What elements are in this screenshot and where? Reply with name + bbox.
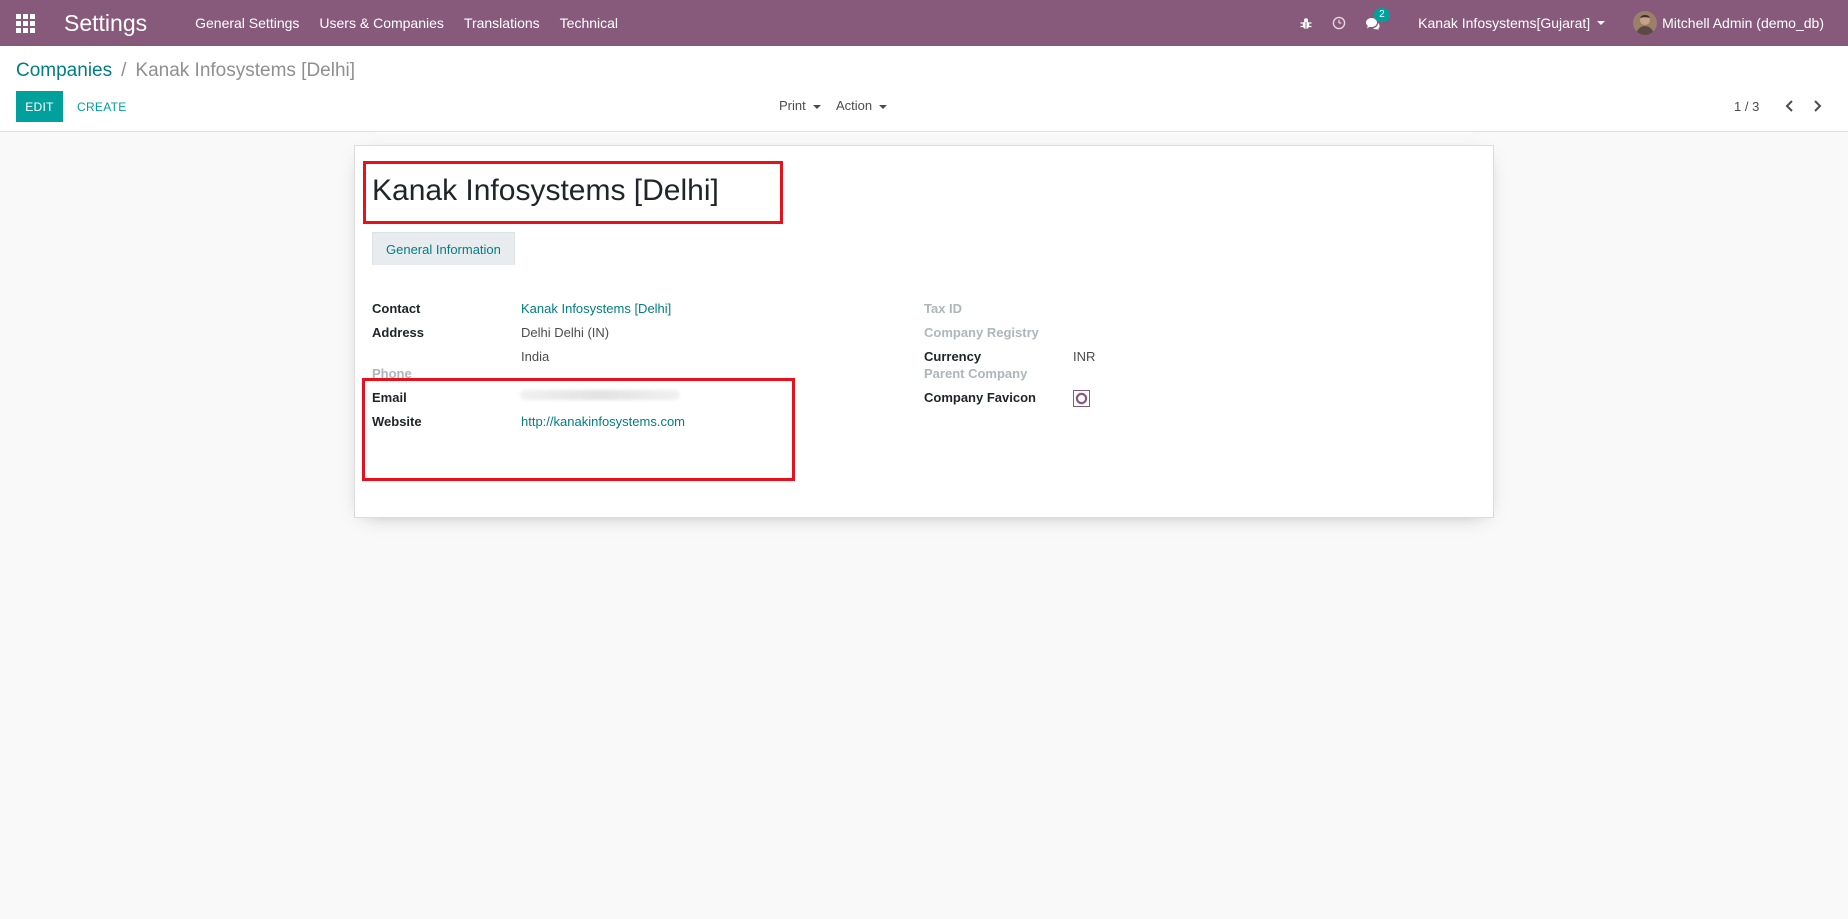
tax-id-label: Tax ID [924, 301, 963, 316]
print-dropdown-label: Print [779, 98, 806, 113]
app-title[interactable]: Settings [64, 10, 147, 37]
pager-previous-button[interactable] [1781, 96, 1797, 116]
website-link[interactable]: http://kanakinfosystems.com [521, 414, 685, 429]
messages-count-badge: 2 [1374, 8, 1390, 22]
email-label: Email [372, 390, 407, 405]
currency-value[interactable]: INR [1073, 349, 1095, 364]
edit-button[interactable]: EDIT [16, 91, 63, 122]
breadcrumb-separator: / [121, 60, 127, 81]
pager-value[interactable]: 1 / 3 [1734, 99, 1759, 114]
chevron-down-icon [879, 104, 888, 109]
form-sheet: Kanak Infosystems [Delhi] General Inform… [354, 145, 1494, 518]
contact-link[interactable]: Kanak Infosystems [Delhi] [521, 301, 671, 316]
chevron-right-icon [1813, 100, 1821, 112]
favicon-ring-icon [1075, 392, 1088, 405]
action-dropdown-label: Action [836, 98, 873, 113]
menu-translations[interactable]: Translations [464, 15, 540, 31]
create-button[interactable]: CREATE [77, 91, 127, 122]
address-line-2: India [521, 349, 550, 364]
menu-users-companies[interactable]: Users & Companies [319, 15, 444, 31]
company-switcher-label: Kanak Infosystems[Gujarat] [1418, 15, 1591, 31]
contact-label: Contact [372, 301, 421, 316]
print-dropdown[interactable]: Print [779, 98, 821, 113]
debug-bug-icon[interactable] [1297, 14, 1315, 32]
action-dropdown[interactable]: Action [836, 98, 888, 113]
breadcrumb-companies-link[interactable]: Companies [16, 60, 112, 82]
chevron-down-icon [1597, 21, 1606, 25]
phone-label: Phone [372, 366, 412, 381]
user-menu[interactable]: Mitchell Admin (demo_db) [1633, 11, 1824, 35]
apps-grid-icon[interactable] [14, 12, 36, 34]
avatar [1633, 11, 1658, 35]
address-line-1: Delhi Delhi (IN) [521, 325, 610, 340]
website-label: Website [372, 414, 422, 429]
pager-next-button[interactable] [1809, 96, 1825, 116]
address-label: Address [372, 325, 425, 340]
parent-company-label: Parent Company [924, 366, 1028, 381]
menu-general-settings[interactable]: General Settings [195, 15, 299, 31]
user-name: Mitchell Admin (demo_db) [1662, 15, 1824, 31]
currency-label: Currency [924, 349, 982, 364]
email-value-redacted[interactable] [520, 390, 680, 400]
company-switcher[interactable]: Kanak Infosystems[Gujarat] [1418, 15, 1606, 31]
discuss-chat-icon[interactable]: 2 [1363, 8, 1390, 32]
company-favicon-image[interactable] [1073, 390, 1090, 407]
breadcrumb: Companies / Kanak Infosystems [Delhi] [16, 60, 355, 82]
chevron-down-icon [812, 104, 821, 109]
chevron-left-icon [1785, 100, 1793, 112]
record-title: Kanak Infosystems [Delhi] [372, 174, 719, 207]
top-navbar: Settings General Settings Users & Compan… [0, 0, 1848, 46]
company-registry-label: Company Registry [924, 325, 1039, 340]
company-favicon-label: Company Favicon [924, 390, 1036, 405]
menu-technical[interactable]: Technical [560, 15, 618, 31]
navbar-right: 2 Kanak Infosystems[Gujarat] Mitchell Ad… [1297, 0, 1848, 46]
tab-general-information[interactable]: General Information [372, 232, 515, 265]
activity-clock-icon[interactable] [1330, 14, 1348, 32]
control-panel: Companies / Kanak Infosystems [Delhi] ED… [0, 46, 1848, 132]
breadcrumb-current: Kanak Infosystems [Delhi] [135, 60, 356, 81]
